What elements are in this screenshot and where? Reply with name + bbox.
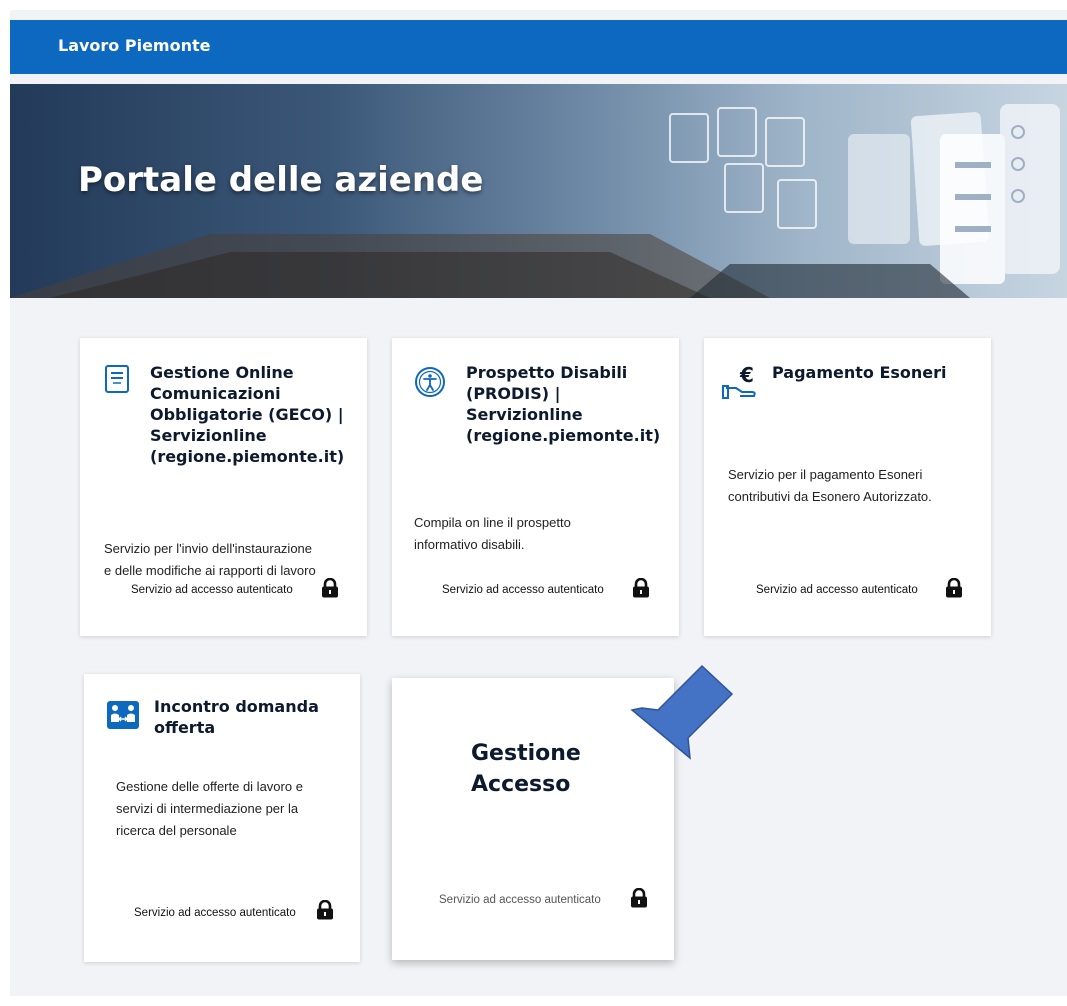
card-title[interactable]: Gestione Online Comunicazioni Obbligator… [150,362,344,467]
card-description-line: informativo disabili. [414,537,525,552]
card-title-line[interactable]: (PRODIS) | [466,383,660,404]
lock-icon [946,578,962,598]
card-title[interactable]: Incontro domanda offerta [154,696,319,738]
card-description-line: Gestione delle offerte di lavoro e [116,779,303,794]
card-footer: Servizio ad accesso autenticato [439,894,601,906]
card-title-line[interactable]: Gestione Online [150,362,344,383]
site-title[interactable]: Lavoro Piemonte [58,36,210,55]
card-description-line: contributivi da Esonero Autorizzato. [728,489,932,504]
card-title[interactable]: Prospetto Disabili (PRODIS) | Servizionl… [466,362,660,446]
lock-icon [633,578,649,598]
accessibility-icon [415,367,445,397]
card-title-line[interactable]: Accesso [471,769,581,800]
card-description: Servizio per l'invio dell'instaurazione … [104,538,362,582]
card-description-line: Compila on line il prospetto [414,515,571,530]
lock-icon [631,888,647,908]
card-title[interactable]: Pagamento Esoneri [772,362,947,383]
card-title-line[interactable]: Gestione [471,738,581,769]
card-footer: Servizio ad accesso autenticato [442,584,604,596]
card-description: Gestione delle offerte di lavoro e servi… [116,776,356,842]
hero-title: Portale delle aziende [78,160,484,200]
arrow-annotation-icon [630,664,734,760]
card-description: Servizio per il pagamento Esoneri contri… [728,464,988,508]
card-title-line[interactable]: Obbligatorie (GECO) | [150,404,344,425]
hero-banner: Portale delle aziende [10,84,1067,298]
card-pagamento-esoneri[interactable]: € Pagamento Esoneri Servizio per il paga… [704,338,991,636]
card-description-line: servizi di intermediazione per la [116,801,299,816]
card-title-line[interactable]: (regione.piemonte.it) [466,425,660,446]
card-footer: Servizio ad accesso autenticato [131,584,293,596]
euro-hand-icon: € [722,364,756,399]
card-title-line[interactable]: offerta [154,717,319,738]
card-description-line: Servizio per il pagamento Esoneri [728,467,923,482]
card-title-line[interactable]: Comunicazioni [150,383,344,404]
card-title-line[interactable]: Servizionline [466,404,660,425]
svg-text:€: € [739,364,754,387]
card-description-line: Servizio per l'invio dell'instaurazione [104,541,313,556]
card-prodis[interactable]: Prospetto Disabili (PRODIS) | Servizionl… [392,338,679,636]
card-title-line[interactable]: (regione.piemonte.it) [150,446,344,467]
card-title-line[interactable]: Incontro domanda [154,696,319,717]
document-icon [105,365,129,393]
top-bar: Lavoro Piemonte [10,20,1067,74]
card-title-line[interactable]: Servizionline [150,425,344,446]
lock-icon [322,578,338,598]
card-title[interactable]: Gestione Accesso [471,738,581,800]
card-geco[interactable]: Gestione Online Comunicazioni Obbligator… [80,338,367,636]
people-exchange-icon [107,701,139,729]
card-title-line[interactable]: Pagamento Esoneri [772,362,947,383]
card-footer: Servizio ad accesso autenticato [756,584,918,596]
card-footer: Servizio ad accesso autenticato [134,907,296,919]
card-incontro-domanda-offerta[interactable]: Incontro domanda offerta Gestione delle … [84,674,360,962]
lock-icon [317,900,333,920]
card-description-line: ricerca del personale [116,823,237,838]
card-title-line[interactable]: Prospetto Disabili [466,362,660,383]
card-description: Compila on line il prospetto informativo… [414,512,669,556]
